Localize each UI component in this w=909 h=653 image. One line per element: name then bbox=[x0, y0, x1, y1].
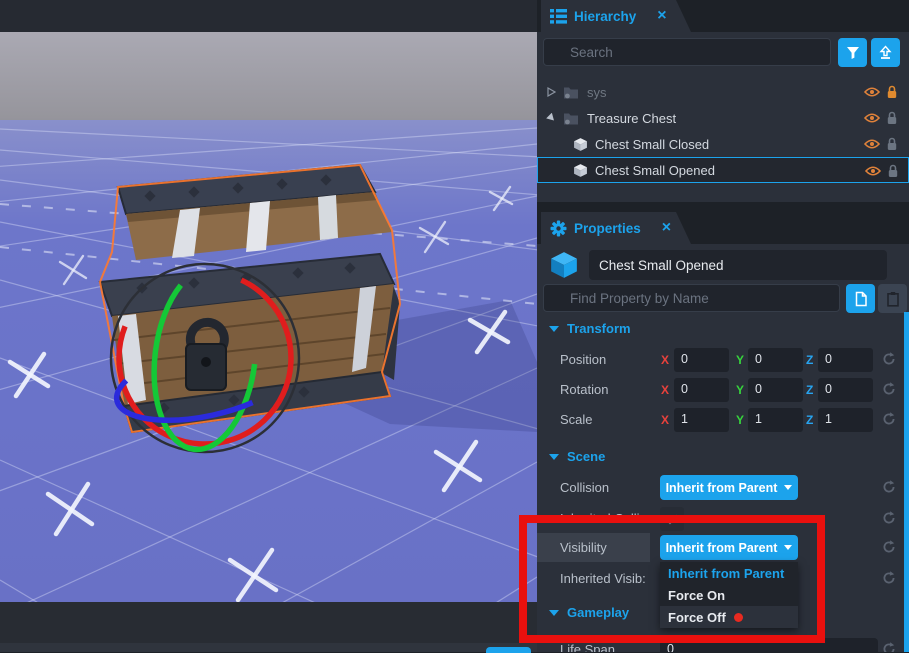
treasure-chest-model[interactable] bbox=[60, 132, 420, 477]
row-label: Collision bbox=[560, 480, 655, 495]
chevron-down-icon bbox=[784, 485, 792, 490]
reset-icon[interactable] bbox=[881, 351, 897, 367]
row-label: Life Span bbox=[560, 642, 655, 652]
visibility-eye-icon[interactable] bbox=[864, 112, 880, 124]
tree-row-label: sys bbox=[587, 85, 607, 100]
row-label: Scale bbox=[560, 412, 655, 427]
scrollbar[interactable] bbox=[904, 312, 909, 652]
expander-expanded-icon[interactable] bbox=[546, 113, 557, 124]
export-button[interactable] bbox=[871, 38, 900, 67]
row-collision: Collision Inherit from Parent bbox=[537, 474, 909, 502]
tree-row-chest-small-opened[interactable]: Chest Small Opened bbox=[537, 157, 909, 183]
rotation-y-field[interactable]: 0 bbox=[748, 378, 803, 402]
lock-icon[interactable] bbox=[886, 137, 898, 151]
rotation-x-field[interactable]: 0 bbox=[674, 378, 729, 402]
rotation-z-field[interactable]: 0 bbox=[818, 378, 873, 402]
section-header-transform[interactable]: Transform bbox=[549, 321, 631, 336]
visibility-eye-icon[interactable] bbox=[865, 165, 881, 177]
axis-y-label: Y bbox=[736, 383, 744, 397]
axis-x-label: X bbox=[661, 383, 669, 397]
entity-cube-icon bbox=[549, 250, 579, 280]
axis-x-label: X bbox=[661, 413, 669, 427]
cube-icon bbox=[573, 137, 588, 152]
position-y-field[interactable]: 0 bbox=[748, 348, 803, 372]
annotation-highlight-box bbox=[519, 515, 825, 643]
hierarchy-icon bbox=[550, 9, 567, 24]
position-z-field[interactable]: 0 bbox=[818, 348, 873, 372]
filter-button[interactable] bbox=[838, 38, 867, 67]
cube-icon bbox=[573, 163, 588, 178]
entity-name-field[interactable] bbox=[589, 250, 887, 280]
axis-x-label: X bbox=[661, 353, 669, 367]
reset-icon[interactable] bbox=[881, 510, 897, 526]
lock-icon[interactable] bbox=[886, 111, 898, 125]
collision-dropdown[interactable]: Inherit from Parent bbox=[660, 475, 798, 500]
viewport-top-bar bbox=[0, 0, 537, 32]
scale-x-field[interactable]: 1 bbox=[674, 408, 729, 432]
copy-icon bbox=[854, 291, 868, 307]
scale-z-field[interactable]: 1 bbox=[818, 408, 873, 432]
tab-properties[interactable]: Properties × bbox=[541, 212, 691, 244]
hierarchy-close-icon[interactable]: × bbox=[657, 8, 666, 24]
reset-icon[interactable] bbox=[881, 539, 897, 555]
visibility-eye-icon[interactable] bbox=[864, 138, 880, 150]
filter-icon bbox=[846, 46, 860, 60]
paste-button[interactable] bbox=[878, 284, 907, 313]
clipboard-icon bbox=[886, 291, 900, 307]
bottom-panel-tab-peek[interactable] bbox=[486, 647, 531, 653]
tab-hierarchy[interactable]: Hierarchy × bbox=[541, 0, 691, 32]
section-title: Scene bbox=[567, 449, 605, 464]
axis-y-label: Y bbox=[736, 413, 744, 427]
properties-tab-bar: Properties × bbox=[537, 212, 909, 244]
row-scale: Scale X 1 Y 1 Z 1 bbox=[537, 406, 909, 434]
reset-icon[interactable] bbox=[881, 381, 897, 397]
expander-collapsed-icon[interactable] bbox=[547, 87, 556, 97]
folder-icon bbox=[563, 86, 579, 99]
folder-icon bbox=[563, 112, 579, 125]
tab-hierarchy-label: Hierarchy bbox=[574, 9, 636, 24]
row-rotation: Rotation X 0 Y 0 Z 0 bbox=[537, 376, 909, 404]
reset-icon[interactable] bbox=[881, 570, 897, 586]
collapse-arrow-icon bbox=[549, 326, 559, 332]
hierarchy-search-input[interactable] bbox=[543, 38, 831, 66]
axis-z-label: Z bbox=[806, 383, 813, 397]
reset-icon[interactable] bbox=[881, 641, 897, 652]
row-label: Rotation bbox=[560, 382, 655, 397]
properties-close-icon[interactable]: × bbox=[662, 220, 671, 236]
tree-row-chest-small-closed[interactable]: Chest Small Closed bbox=[537, 131, 909, 157]
tree-row-label: Chest Small Closed bbox=[595, 137, 709, 152]
lock-icon[interactable] bbox=[887, 164, 899, 178]
axis-z-label: Z bbox=[806, 353, 813, 367]
axis-z-label: Z bbox=[806, 413, 813, 427]
reset-icon[interactable] bbox=[881, 411, 897, 427]
find-property-input[interactable] bbox=[543, 284, 840, 312]
row-label: Position bbox=[560, 352, 655, 367]
visibility-eye-icon[interactable] bbox=[864, 86, 880, 98]
reset-icon[interactable] bbox=[881, 479, 897, 495]
scene-view[interactable] bbox=[0, 32, 537, 602]
section-header-scene[interactable]: Scene bbox=[549, 449, 605, 464]
lock-icon[interactable] bbox=[886, 85, 898, 99]
hierarchy-tab-bar: Hierarchy × bbox=[537, 0, 909, 32]
tab-properties-label: Properties bbox=[574, 221, 641, 236]
tree-row-label: Chest Small Opened bbox=[595, 163, 715, 178]
row-position: Position X 0 Y 0 Z 0 bbox=[537, 346, 909, 374]
viewport-bottom-bar bbox=[0, 602, 537, 643]
position-x-field[interactable]: 0 bbox=[674, 348, 729, 372]
upload-icon bbox=[878, 45, 893, 60]
tree-row-treasure-chest[interactable]: Treasure Chest bbox=[537, 105, 909, 131]
collapse-arrow-icon bbox=[549, 454, 559, 460]
tree-row-label: Treasure Chest bbox=[587, 111, 676, 126]
section-title: Transform bbox=[567, 321, 631, 336]
axis-y-label: Y bbox=[736, 353, 744, 367]
gear-icon bbox=[550, 220, 567, 237]
viewport-3d[interactable] bbox=[0, 0, 537, 652]
tree-row-sys[interactable]: sys bbox=[537, 79, 909, 105]
hierarchy-panel: sys Treasure Chest bbox=[537, 32, 909, 202]
scale-y-field[interactable]: 1 bbox=[748, 408, 803, 432]
copy-button[interactable] bbox=[846, 284, 875, 313]
bottom-panel-edge bbox=[0, 643, 537, 652]
dropdown-value: Inherit from Parent bbox=[666, 481, 778, 495]
